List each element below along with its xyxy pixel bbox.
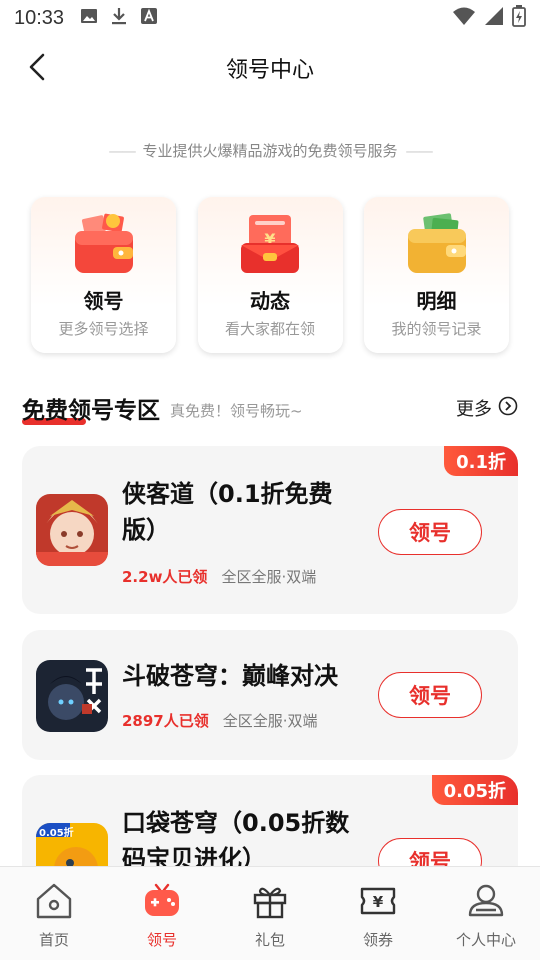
gift-icon <box>248 879 292 923</box>
nav-home[interactable]: 首页 <box>0 867 108 960</box>
bottom-nav: 首页 领号 礼包 ¥ 领券 个人中心 <box>0 866 540 960</box>
game-koudai-icon: 0.05折 <box>36 823 108 867</box>
game-meta: 2.2w人已领 全区全服·双端 <box>122 566 316 587</box>
category-title: 领号 <box>83 289 124 313</box>
category-card-activity[interactable]: ¥ 动态 看大家都在领 <box>197 197 343 353</box>
discount-tag: 0.05折 <box>431 775 518 805</box>
category-title: 动态 <box>250 289 290 313</box>
tagline-dash-left: —— <box>108 142 136 160</box>
red-envelope-icon: ¥ <box>235 209 305 279</box>
nav-gift[interactable]: 礼包 <box>216 867 324 960</box>
claim-button[interactable]: 领号 <box>378 509 482 555</box>
tagline-dash-right: —— <box>405 142 434 160</box>
nav-label: 个人中心 <box>455 931 516 949</box>
game-card[interactable]: 0.05折 0.05折 口袋苍穹（0.05折数码宝贝进化） 领号 <box>22 775 518 867</box>
server-region: 全区全服·双端 <box>222 712 318 730</box>
category-subtitle: 我的领号记录 <box>391 320 482 338</box>
claim-button[interactable]: 领号 <box>378 672 482 718</box>
home-icon <box>32 879 76 923</box>
back-button[interactable] <box>22 52 52 86</box>
server-region: 全区全服·双端 <box>221 568 317 586</box>
game-doupo-icon <box>36 660 108 732</box>
battery-icon <box>512 5 526 31</box>
wifi-icon <box>452 6 476 30</box>
claim-button[interactable]: 领号 <box>378 838 482 867</box>
status-bar: 10:33 <box>0 0 540 36</box>
category-subtitle: 更多领号选择 <box>58 320 149 338</box>
more-link[interactable]: 更多 <box>456 395 518 421</box>
game-title: 斗破苍穹：巅峰对决 <box>122 662 338 690</box>
section-title: 免费领号专区 <box>22 398 160 424</box>
app-header: 领号中心 <box>0 40 540 96</box>
svg-text:¥: ¥ <box>373 893 384 911</box>
chevron-left-icon <box>27 52 47 86</box>
category-title: 明细 <box>416 289 457 313</box>
gamepad-icon <box>140 879 184 923</box>
discount-tag: 0.1折 <box>444 446 518 476</box>
claimed-count: 2897人已领 <box>122 712 209 730</box>
coupon-icon: ¥ <box>356 879 400 923</box>
game-xiakedao-icon <box>36 494 108 566</box>
nav-claim[interactable]: 领号 <box>108 867 216 960</box>
signal-icon <box>484 6 504 30</box>
wallet-gold-icon <box>402 209 472 279</box>
nav-profile[interactable]: 个人中心 <box>432 867 540 960</box>
user-icon <box>464 879 508 923</box>
game-title: 侠客道（0.1折免费版） <box>122 480 333 544</box>
claimed-count: 2.2w人已领 <box>122 568 208 586</box>
download-icon <box>110 6 128 30</box>
category-card-claim[interactable]: 领号 更多领号选择 <box>31 197 176 353</box>
nav-label: 领券 <box>362 931 393 949</box>
nav-label: 礼包 <box>254 931 285 949</box>
game-meta: 2897人已领 全区全服·双端 <box>122 710 318 731</box>
game-title: 口袋苍穹（0.05折数码宝贝进化） <box>122 809 350 867</box>
status-time: 10:33 <box>14 6 65 29</box>
chevron-right-circle-icon <box>498 396 518 421</box>
wallet-red-icon <box>69 209 139 279</box>
service-tagline: —— 专业提供火爆精品游戏的免费领号服务 —— <box>0 140 540 161</box>
more-label: 更多 <box>456 399 492 420</box>
image-icon <box>80 7 98 29</box>
page-title: 领号中心 <box>225 58 314 83</box>
free-claim-section-header: 免费领号专区 真免费！领号畅玩~ 更多 <box>22 388 518 428</box>
icon-discount-badge: 0.05折 <box>39 828 74 839</box>
nav-coupon[interactable]: ¥ 领券 <box>324 867 432 960</box>
category-card-details[interactable]: 明细 我的领号记录 <box>364 197 509 353</box>
category-subtitle: 看大家都在领 <box>224 320 315 338</box>
nav-label: 首页 <box>38 931 69 949</box>
game-card[interactable]: 斗破苍穹：巅峰对决 2897人已领 全区全服·双端 领号 <box>22 630 518 760</box>
nav-label: 领号 <box>146 931 177 949</box>
section-subtitle: 真免费！领号畅玩~ <box>170 401 303 420</box>
tagline-text: 专业提供火爆精品游戏的免费领号服务 <box>142 142 398 160</box>
category-cards: 领号 更多领号选择 ¥ 动态 看大家都在领 明细 我的领号记录 <box>31 197 509 355</box>
game-card[interactable]: 0.1折 侠客道（0.1折免费版） 2.2w人已领 全区全服·双端 领号 <box>22 446 518 614</box>
font-a-icon <box>140 7 158 29</box>
